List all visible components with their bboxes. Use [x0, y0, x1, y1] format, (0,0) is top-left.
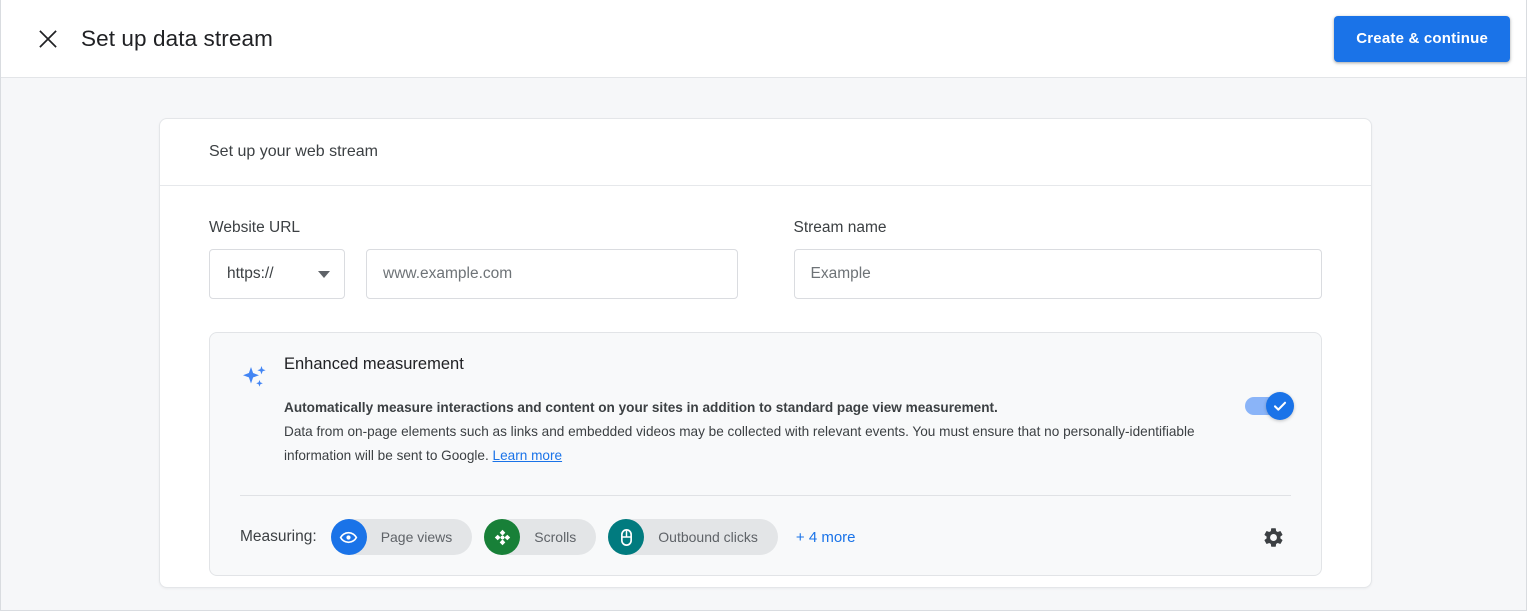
- chip-label: Page views: [380, 529, 453, 545]
- website-url-input[interactable]: [366, 249, 738, 299]
- measuring-label: Measuring:: [240, 528, 317, 545]
- website-url-row: https://: [209, 249, 738, 299]
- close-icon[interactable]: [31, 22, 65, 56]
- create-and-continue-button[interactable]: Create & continue: [1334, 15, 1510, 62]
- url-scheme-value: https://: [227, 265, 274, 282]
- scroll-arrows-icon: [484, 519, 521, 555]
- learn-more-link[interactable]: Learn more: [493, 448, 563, 463]
- gear-icon[interactable]: [1255, 519, 1291, 555]
- enhanced-measurement-panel: Enhanced measurement Automatically measu…: [209, 332, 1322, 576]
- measuring-row: Measuring: Page views Scrolls Outbound c…: [240, 519, 1291, 555]
- chip-label: Scrolls: [534, 529, 577, 545]
- enhanced-measurement-description-text: Data from on-page elements such as links…: [284, 424, 1195, 463]
- eye-icon: [330, 519, 367, 555]
- url-scheme-select[interactable]: https://: [209, 249, 345, 299]
- enhanced-measurement-top: Enhanced measurement Automatically measu…: [240, 355, 1291, 468]
- page-title: Set up data stream: [81, 25, 273, 51]
- check-icon: [1273, 401, 1287, 411]
- setup-data-stream-page: Set up data stream Create & continue Set…: [0, 0, 1527, 611]
- toggle-thumb: [1266, 392, 1294, 420]
- card-body: Website URL https:// Stream name: [160, 186, 1371, 576]
- card-title: Set up your web stream: [209, 143, 378, 160]
- stream-name-label: Stream name: [793, 219, 887, 236]
- chip-label: Outbound clicks: [658, 529, 758, 545]
- more-measurements-link[interactable]: + 4 more: [796, 529, 856, 546]
- enhanced-measurement-title: Enhanced measurement: [284, 355, 464, 373]
- card-header: Set up your web stream: [160, 119, 1371, 186]
- mouse-icon: [608, 519, 645, 555]
- enhanced-measurement-toggle-wrap: [1245, 392, 1294, 420]
- chip-outbound-clicks[interactable]: Outbound clicks: [608, 519, 778, 555]
- fields-row: Website URL https:// Stream name: [209, 219, 1322, 299]
- sparkle-icon: [240, 355, 284, 468]
- chip-page-views[interactable]: Page views: [330, 519, 473, 555]
- enhanced-measurement-toggle[interactable]: [1245, 392, 1294, 420]
- stream-name-field-group: Stream name: [793, 219, 1322, 299]
- page-header: Set up data stream Create & continue: [1, 0, 1526, 78]
- chevron-down-icon: [318, 270, 330, 278]
- enhanced-measurement-text: Enhanced measurement Automatically measu…: [284, 355, 1291, 468]
- page-body: Set up your web stream Website URL https…: [1, 78, 1526, 610]
- web-stream-card: Set up your web stream Website URL https…: [159, 118, 1372, 588]
- panel-divider: [240, 495, 1291, 496]
- enhanced-measurement-description-strong: Automatically measure interactions and c…: [284, 400, 998, 415]
- website-url-label: Website URL: [209, 219, 301, 236]
- enhanced-measurement-description: Data from on-page elements such as links…: [284, 420, 1196, 468]
- chip-scrolls[interactable]: Scrolls: [484, 519, 597, 555]
- website-url-field-group: Website URL https://: [209, 219, 738, 299]
- stream-name-input[interactable]: [793, 249, 1322, 299]
